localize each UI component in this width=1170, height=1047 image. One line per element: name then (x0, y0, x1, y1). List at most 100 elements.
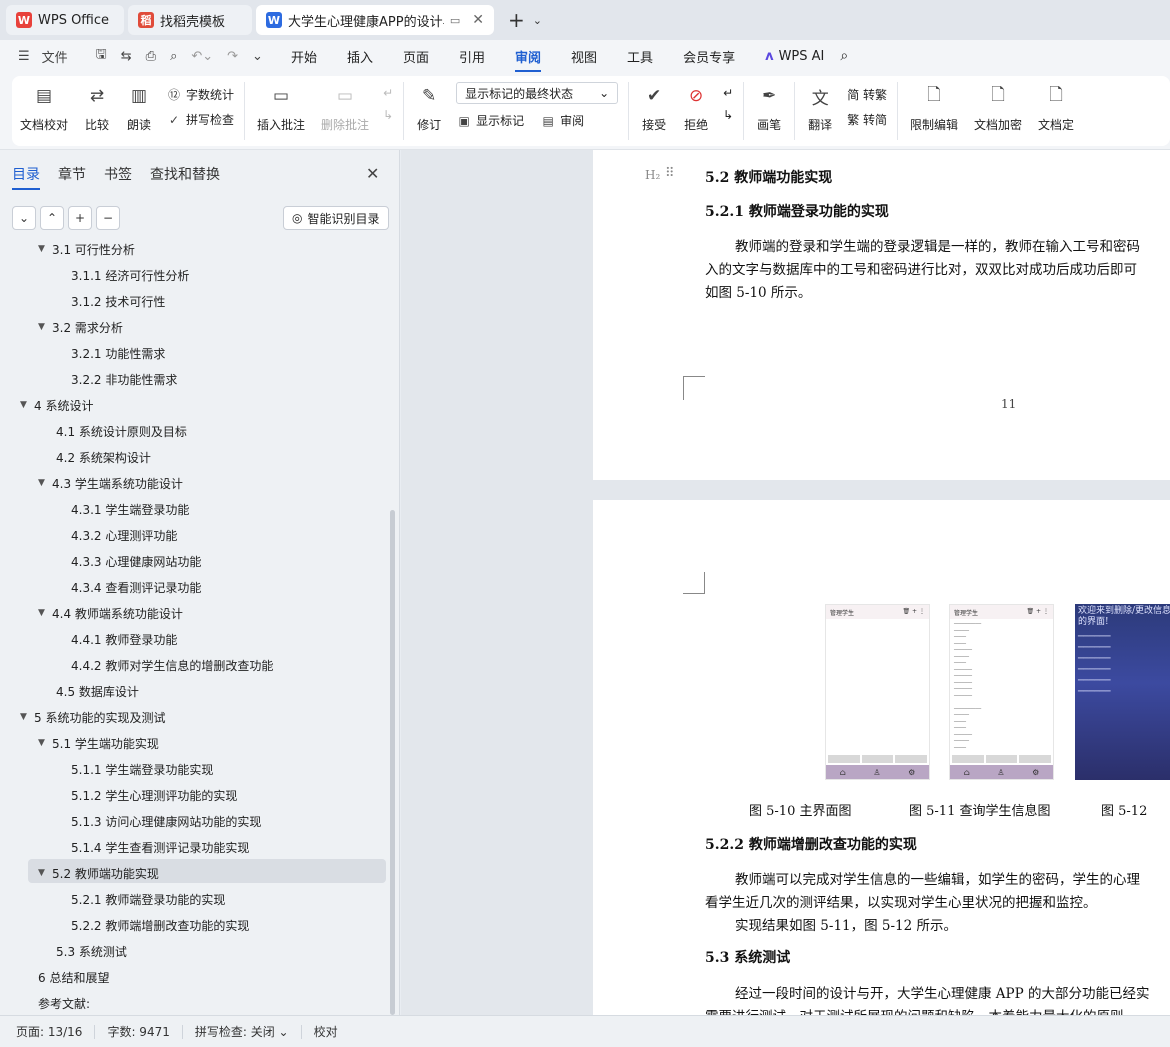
toc-item[interactable]: 4.3.1 学生端登录功能 (71, 498, 189, 520)
menu-view[interactable]: 视图 (571, 47, 597, 66)
smart-toc-button[interactable]: ◎ 智能识别目录 (283, 206, 389, 230)
toc-item[interactable]: 5.1.2 学生心理测评功能的实现 (71, 784, 237, 806)
revise-button[interactable]: ✎ 修订 (408, 82, 450, 133)
chevron-down-icon[interactable]: ⌄ (533, 14, 542, 27)
menu-page[interactable]: 页面 (403, 47, 429, 66)
hamburger-icon[interactable]: ☰ (18, 49, 30, 64)
review-pane-button[interactable]: 审阅 (560, 112, 584, 129)
wps-ai-button[interactable]: ᴧ WPS AI (765, 49, 824, 64)
menu-tools[interactable]: 工具 (627, 47, 653, 66)
toc-item[interactable]: 4.5 数据库设计 (56, 680, 139, 702)
menu-member[interactable]: 会员专享 (683, 47, 735, 66)
expand-arrow-icon[interactable]: ▼ (20, 400, 34, 410)
toc-item[interactable]: 5.1.3 访问心理健康网站功能的实现 (71, 810, 261, 832)
next-change-icon[interactable]: ↳ (723, 108, 733, 122)
menu-references[interactable]: 引用 (459, 47, 485, 66)
toc-item[interactable]: 4.2 系统架构设计 (56, 446, 151, 468)
new-tab-icon[interactable]: + (508, 8, 525, 32)
toc-item[interactable]: 4.3.4 查看测评记录功能 (71, 576, 201, 598)
toc-item[interactable]: 3.1.2 技术可行性 (71, 290, 165, 312)
toc-item[interactable]: ▼ 4.3 学生端系统功能设计 (38, 472, 183, 494)
delete-comment-button[interactable]: ▭ 删除批注 (313, 82, 377, 133)
compare-button[interactable]: ⇄ 比较 (76, 82, 118, 133)
toc-item[interactable]: 4.4.1 教师登录功能 (71, 628, 177, 650)
toc-item[interactable]: 5.3 系统测试 (56, 940, 127, 962)
doc-proofread-button[interactable]: ▤ 文档校对 (12, 82, 76, 133)
expand-arrow-icon[interactable]: ▼ (38, 322, 52, 332)
print-icon[interactable]: ⎙ (146, 49, 156, 64)
toc-item[interactable]: ▼ 5.2 教师端功能实现 (38, 862, 159, 884)
menu-review[interactable]: 审阅 (515, 47, 542, 72)
toc-item[interactable]: 5.2.2 教师端增删改查功能的实现 (71, 914, 249, 936)
menu-file[interactable]: 文件 (42, 47, 68, 66)
nav-pane-scrollbar[interactable] (390, 510, 395, 1015)
toc-item[interactable]: ▼ 3.1 可行性分析 (38, 240, 135, 260)
tab-sections[interactable]: 章节 (58, 164, 86, 184)
save-icon[interactable]: 🖫 (96, 45, 107, 67)
toc-item[interactable]: 4.3.3 心理健康网站功能 (71, 550, 201, 572)
expand-arrow-icon[interactable]: ▼ (38, 738, 52, 748)
share-icon[interactable]: ⇆ (121, 49, 132, 64)
spell-check-button[interactable]: ✓ 拼写检查 (166, 111, 234, 128)
close-icon[interactable]: ✕ (366, 164, 379, 183)
previous-comment-icon[interactable]: ↵ (383, 86, 393, 100)
toc-item[interactable]: ▼ 4.4 教师端系统功能设计 (38, 602, 183, 624)
chevron-down-icon[interactable]: ⌄ (12, 206, 36, 230)
proofread-indicator[interactable]: 校对 (314, 1025, 350, 1039)
tab-bookmarks[interactable]: 书签 (104, 164, 132, 184)
expand-arrow-icon[interactable]: ▼ (38, 478, 52, 488)
expand-arrow-icon[interactable]: ▼ (20, 712, 34, 722)
next-comment-icon[interactable]: ↳ (383, 108, 393, 122)
print-preview-icon[interactable]: ⌕ (170, 49, 177, 64)
search-icon[interactable]: ⌕ (840, 48, 848, 64)
toc-item[interactable]: ▼ 3.2 需求分析 (38, 316, 123, 338)
tab-find-replace[interactable]: 查找和替换 (150, 164, 220, 184)
tab-document[interactable]: W 大学生心理健康APP的设计与实 ▭ ✕ (256, 5, 494, 35)
toc-item[interactable]: 3.2.1 功能性需求 (71, 342, 165, 364)
finalize-button[interactable]: 🗋 文档定 (1030, 82, 1082, 133)
toc-item[interactable]: 5.2.1 教师端登录功能的实现 (71, 888, 225, 910)
close-icon[interactable]: ✕ (472, 12, 484, 28)
chevron-up-icon[interactable]: ⌃ (40, 206, 64, 230)
restrict-edit-button[interactable]: 🗋 限制编辑 (902, 82, 966, 133)
toc-item[interactable]: 6 总结和展望 (38, 966, 109, 988)
expand-arrow-icon[interactable]: ▼ (38, 608, 52, 618)
translate-button[interactable]: 文 翻译 (799, 82, 841, 133)
tab-wps-office[interactable]: W WPS Office (6, 5, 124, 35)
toc-item[interactable]: 5.1.1 学生端登录功能实现 (71, 758, 213, 780)
tab-toc[interactable]: 目录 (12, 164, 40, 190)
undo-icon[interactable]: ↶⌄ (191, 49, 213, 64)
expand-arrow-icon[interactable]: ▼ (38, 244, 52, 254)
to-traditional-button[interactable]: 简 转繁 (847, 86, 887, 103)
chevron-down-icon[interactable]: ⌄ (252, 49, 263, 64)
toc-item[interactable]: 4.3.2 心理测评功能 (71, 524, 177, 546)
toc-item[interactable]: ▼ 5.1 学生端功能实现 (38, 732, 159, 754)
plus-icon[interactable]: + (68, 206, 92, 230)
encrypt-button[interactable]: 🗋 文档加密 (966, 82, 1030, 133)
expand-arrow-icon[interactable]: ▼ (38, 868, 52, 878)
tab-daoke-templates[interactable]: 稻 找稻壳模板 (128, 5, 252, 35)
markup-display-select[interactable]: 显示标记的最终状态 ⌄ (456, 82, 619, 104)
redo-icon[interactable]: ↷ (227, 49, 238, 64)
page-indicator[interactable]: 页面: 13/16 (16, 1024, 96, 1039)
toc-item[interactable]: 5.1.4 学生查看测评记录功能实现 (71, 836, 249, 858)
show-markup-button[interactable]: 显示标记 (476, 112, 524, 129)
accept-button[interactable]: ✔ 接受 (633, 82, 675, 133)
insert-comment-button[interactable]: ▭ 插入批注 (249, 82, 313, 133)
toc-item[interactable]: 4.4.2 教师对学生信息的增删改查功能 (71, 654, 273, 676)
menu-insert[interactable]: 插入 (347, 47, 373, 66)
reject-button[interactable]: ⊘ 拒绝 (675, 82, 717, 133)
previous-change-icon[interactable]: ↵ (723, 86, 733, 100)
toc-item[interactable]: 4.1 系统设计原则及目标 (56, 420, 187, 442)
spell-check-indicator[interactable]: 拼写检查: 关闭 ⌄ (195, 1024, 302, 1039)
word-count-indicator[interactable]: 字数: 9471 (107, 1024, 183, 1039)
word-count-button[interactable]: ⑫ 字数统计 (166, 86, 234, 103)
toc-item[interactable]: 3.2.2 非功能性需求 (71, 368, 177, 390)
to-simplified-button[interactable]: 繁 转简 (847, 111, 887, 128)
read-aloud-button[interactable]: ▥ 朗读 (118, 82, 160, 133)
pen-button[interactable]: ✒ 画笔 (748, 82, 790, 133)
toc-item[interactable]: ▼ 4 系统设计 (20, 394, 93, 416)
minus-icon[interactable]: − (96, 206, 120, 230)
toc-item[interactable]: 参考文献: (38, 992, 90, 1013)
toc-item[interactable]: 3.1.1 经济可行性分析 (71, 264, 189, 286)
